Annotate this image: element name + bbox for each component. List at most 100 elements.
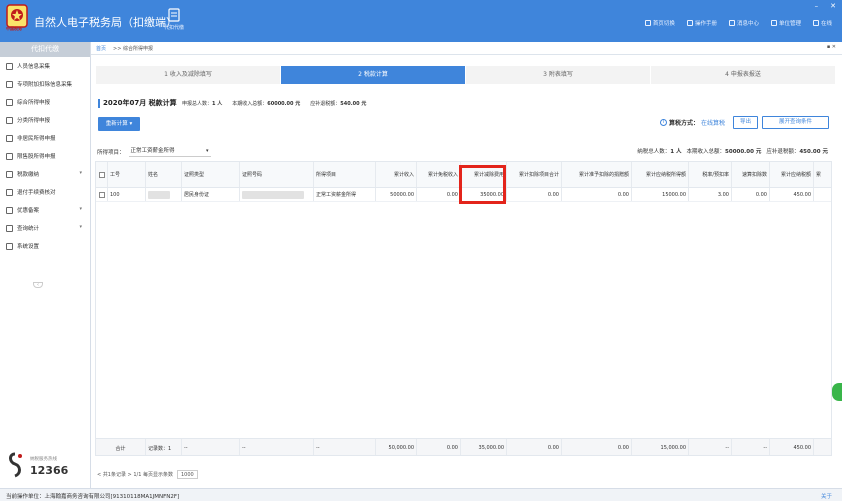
header-cell: 累计扣除项目合计 — [507, 162, 562, 187]
cell-cum-income: 50000.00 — [376, 188, 417, 201]
header-select-all[interactable] — [96, 162, 108, 187]
cell-name-redacted — [146, 188, 182, 201]
nav-online[interactable]: 在线 — [812, 19, 832, 27]
calculator-icon — [6, 188, 13, 196]
agent-toolbar-label: 代扣代缴 — [163, 25, 184, 31]
info-icon: i — [660, 119, 667, 126]
about-link[interactable]: 关于 — [821, 492, 832, 500]
footer-cell: -- — [182, 439, 240, 455]
summary-count: 1 人 — [670, 149, 682, 155]
expand-query-button[interactable]: 展开查询条件 — [762, 116, 829, 129]
hotline-caption: 纳税服务热线 — [30, 457, 57, 462]
export-button[interactable]: 导出 — [733, 116, 758, 129]
filter-label: 所得项目： — [97, 149, 125, 156]
sidebar-item-label: 非居民所得申报 — [17, 136, 56, 142]
sidebar-item-personnel[interactable]: 人员信息采集 — [0, 57, 90, 75]
gift-icon — [6, 206, 13, 214]
page-title: 2020年07月 税款计算 — [98, 98, 177, 108]
sidebar-item-query[interactable]: 查询统计 ▾ — [0, 219, 90, 237]
recalculate-button[interactable]: 重新计算 ▾ — [98, 117, 140, 131]
sidebar-item-settings[interactable]: 系统设置 — [0, 237, 90, 255]
agent-toolbar-button[interactable]: 代扣代缴 — [156, 8, 192, 38]
footer-cum-donation: 0.00 — [562, 439, 632, 455]
footer-total-label: 合计 — [96, 439, 146, 455]
minimize-button[interactable]: – — [813, 2, 821, 10]
refund-label: 应补退税额： — [310, 101, 341, 107]
summary-count-label: 纳税总人数： — [637, 149, 671, 155]
report-icon — [168, 8, 180, 22]
cell-quick-deduction: 0.00 — [732, 188, 770, 201]
nav-unit-manage[interactable]: 单位管理 — [770, 19, 801, 27]
floating-help-button[interactable] — [832, 383, 842, 401]
sidebar-item-payment[interactable]: 税款缴纳 ▾ — [0, 165, 90, 183]
cell-cum-deduct-total: 0.00 — [507, 188, 562, 201]
hotline-number: 12366 — [30, 464, 69, 477]
row-checkbox-cell[interactable] — [96, 188, 108, 201]
chevron-down-icon: ▾ — [79, 206, 82, 212]
step-tax-calc[interactable]: 2 税款计算 — [281, 66, 465, 84]
footer-cum-tax: 450.00 — [770, 439, 814, 455]
tax-emblem-logo: 中国税务 — [6, 4, 28, 34]
sidebar-item-classified[interactable]: 分类所得申报 — [0, 111, 90, 129]
step-attachment[interactable]: 3 附表填写 — [466, 66, 650, 84]
document-icon — [6, 116, 13, 124]
chart-icon — [6, 152, 13, 160]
page-size-input[interactable]: 1000 — [176, 470, 198, 479]
nav-manual[interactable]: 操作手册 — [686, 19, 717, 27]
period-meta: 申报总人数：1 人 本期收入总额：60000.00 元 应补退税额：540.00… — [182, 100, 366, 107]
header-cell: 税率/预扣率 — [689, 162, 732, 187]
header-cell: 速算扣除数 — [732, 162, 770, 187]
cell-cum-tax: 450.00 — [770, 188, 814, 201]
sidebar-collapse-handle[interactable]: ‹ — [33, 282, 43, 288]
chevron-down-icon: ▾ — [79, 170, 82, 176]
tab-controls[interactable]: ▪ ✕ — [827, 44, 836, 50]
sidebar-item-special-deduction[interactable]: 专项附加扣除信息采集 — [0, 75, 90, 93]
sidebar-item-nonresident[interactable]: 非居民所得申报 — [0, 129, 90, 147]
nav-label: 在线 — [820, 21, 832, 27]
sidebar-item-label: 税款缴纳 — [17, 172, 40, 178]
title-bar: 中国税务 自然人电子税务局（扣缴端） 代扣代缴 首页切换 操作手册 消息中心 单… — [0, 0, 842, 42]
logo-caption: 中国税务 — [6, 26, 22, 31]
breadcrumb-home-link[interactable]: 首页 — [96, 45, 106, 52]
sidebar-item-preferential[interactable]: 优惠备案 ▾ — [0, 201, 90, 219]
sidebar-item-comprehensive[interactable]: 综合所得申报 — [0, 93, 90, 111]
step-submit[interactable]: 4 申报表报送 — [651, 66, 835, 84]
sidebar-item-label: 人员信息采集 — [17, 64, 51, 70]
income-filter: 所得项目： 正常工资薪金所得 ▾ — [97, 146, 211, 157]
income-item-select[interactable]: 正常工资薪金所得 ▾ — [128, 146, 211, 157]
yen-icon — [6, 170, 13, 178]
table-footer-row: 合计 记录数：1 -- -- -- 50,000.00 0.00 35,000.… — [96, 438, 831, 455]
footer-record-count: 记录数：1 — [146, 439, 182, 455]
pagination: < 共1条记录 > 1/1 每页显示条数 1000 — [97, 470, 198, 479]
calc-method-link[interactable]: 在线算税 — [701, 118, 725, 127]
status-bar: 当前操作单位：上海翰嘉商务咨询有限公司[91310118MA1JMNFN2F] … — [0, 488, 842, 501]
checkbox[interactable] — [98, 191, 105, 198]
income-item-value: 正常工资薪金所得 — [130, 148, 175, 154]
close-button[interactable]: ✕ — [828, 2, 838, 10]
summary-income: 50000.00 元 — [725, 149, 762, 155]
sidebar-item-label: 退付手续费核对 — [17, 190, 56, 196]
period-title: 2020年07月 税款计算 — [103, 99, 177, 107]
breadcrumb-current: >> 综合所得申报 — [113, 46, 153, 52]
sidebar-item-restricted-shares[interactable]: 限售股所得申报 — [0, 147, 90, 165]
sidebar-item-label: 优惠备案 — [17, 208, 40, 214]
cell-cum-exempt: 0.00 — [417, 188, 461, 201]
step-income-fill[interactable]: 1 收入及减除填写 — [96, 66, 280, 84]
search-icon — [6, 224, 13, 232]
footer-cum-taxable: 15,000.00 — [632, 439, 689, 455]
bell-icon — [728, 20, 735, 26]
footer-cell: -- — [240, 439, 314, 455]
sidebar-item-label: 综合所得申报 — [17, 100, 51, 106]
list-icon — [6, 80, 13, 88]
sidebar-item-refund-fee[interactable]: 退付手续费核对 — [0, 183, 90, 201]
checkbox[interactable] — [98, 171, 105, 178]
book-icon — [686, 20, 693, 26]
cell-cum-taxable: 15000.00 — [632, 188, 689, 201]
cell-employee-id: 100 — [108, 188, 146, 201]
income-value: 60000.00 元 — [267, 101, 301, 107]
cell-tax-rate: 3.00 — [689, 188, 732, 201]
sidebar-item-label: 分类所得申报 — [17, 118, 51, 124]
nav-messages[interactable]: 消息中心 — [728, 19, 759, 27]
header-cell: 所得项目 — [314, 162, 376, 187]
nav-home-switch[interactable]: 首页切换 — [644, 19, 675, 27]
